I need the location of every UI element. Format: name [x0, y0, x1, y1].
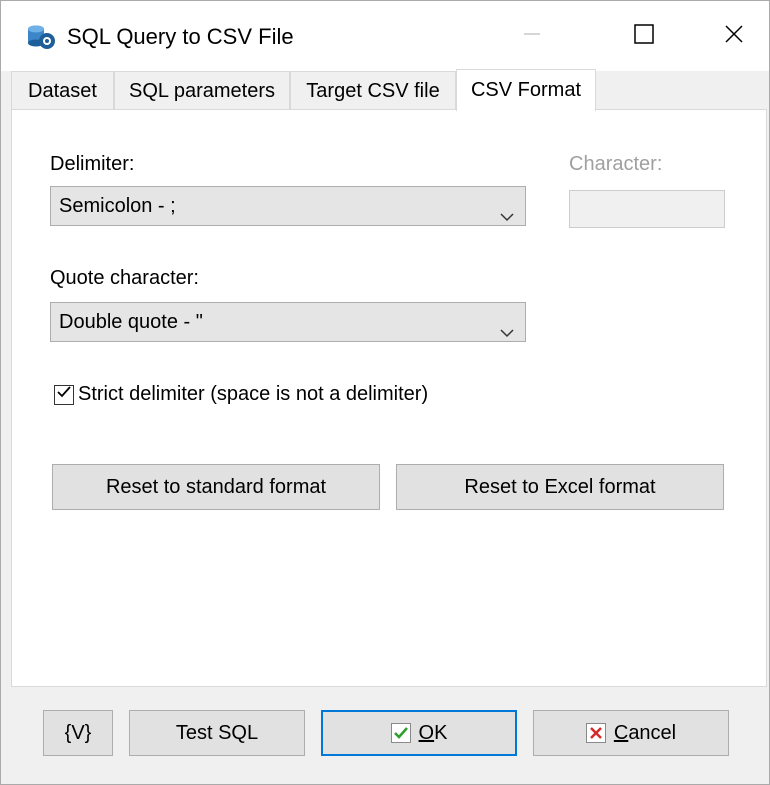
- cancel-label-rest: ancel: [628, 721, 677, 744]
- maximize-icon: [633, 23, 655, 50]
- chevron-down-icon: [499, 199, 515, 222]
- ok-label: OK: [419, 722, 448, 745]
- quote-character-select[interactable]: Double quote - ": [50, 302, 526, 342]
- csv-format-panel: Delimiter: Character: Semicolon - ; Quot…: [11, 109, 767, 687]
- title-bar: SQL Query to CSV File: [1, 1, 769, 71]
- character-input[interactable]: [569, 190, 725, 228]
- cancel-label: Cancel: [614, 722, 676, 745]
- chevron-down-icon: [499, 315, 515, 338]
- close-icon: [723, 23, 745, 50]
- cancel-x-icon: [585, 723, 606, 743]
- variables-button[interactable]: {V}: [43, 710, 113, 756]
- minimize-button[interactable]: [507, 15, 557, 57]
- dialog-window: SQL Query to CSV File Dataset SQL parame…: [0, 0, 770, 785]
- delimiter-label: Delimiter:: [50, 153, 135, 175]
- ok-label-mnemonic: O: [418, 721, 435, 744]
- tab-strip: Dataset SQL parameters Target CSV file C…: [1, 69, 769, 111]
- ok-button[interactable]: OK: [321, 710, 517, 756]
- close-button[interactable]: [709, 15, 759, 57]
- quote-character-label: Quote character:: [50, 267, 199, 289]
- strict-delimiter-label: Strict delimiter (space is not a delimit…: [78, 383, 429, 405]
- tab-csv-format[interactable]: CSV Format: [456, 69, 596, 111]
- tab-target-csv-file[interactable]: Target CSV file: [290, 71, 456, 109]
- strict-delimiter-option[interactable]: Strict delimiter (space is not a delimit…: [54, 383, 428, 406]
- maximize-button[interactable]: [619, 15, 669, 57]
- tab-sql-parameters[interactable]: SQL parameters: [114, 71, 290, 109]
- window-title: SQL Query to CSV File: [67, 24, 294, 49]
- cancel-button[interactable]: Cancel: [533, 710, 729, 756]
- ok-check-icon: [390, 723, 411, 743]
- ok-label-rest: K: [434, 721, 448, 744]
- delimiter-select[interactable]: Semicolon - ;: [50, 186, 526, 226]
- tab-dataset[interactable]: Dataset: [11, 71, 114, 109]
- delimiter-select-value: Semicolon - ;: [59, 195, 176, 217]
- cancel-label-mnemonic: C: [613, 721, 629, 744]
- character-label: Character:: [569, 153, 663, 175]
- test-sql-button[interactable]: Test SQL: [129, 710, 305, 756]
- minimize-icon: [522, 24, 542, 49]
- checkmark-icon: [56, 384, 72, 405]
- reset-standard-format-button[interactable]: Reset to standard format: [52, 464, 380, 510]
- database-gear-icon: [25, 21, 57, 53]
- strict-delimiter-checkbox[interactable]: [54, 384, 74, 405]
- quote-character-select-value: Double quote - ": [59, 311, 203, 333]
- reset-excel-format-button[interactable]: Reset to Excel format: [396, 464, 724, 510]
